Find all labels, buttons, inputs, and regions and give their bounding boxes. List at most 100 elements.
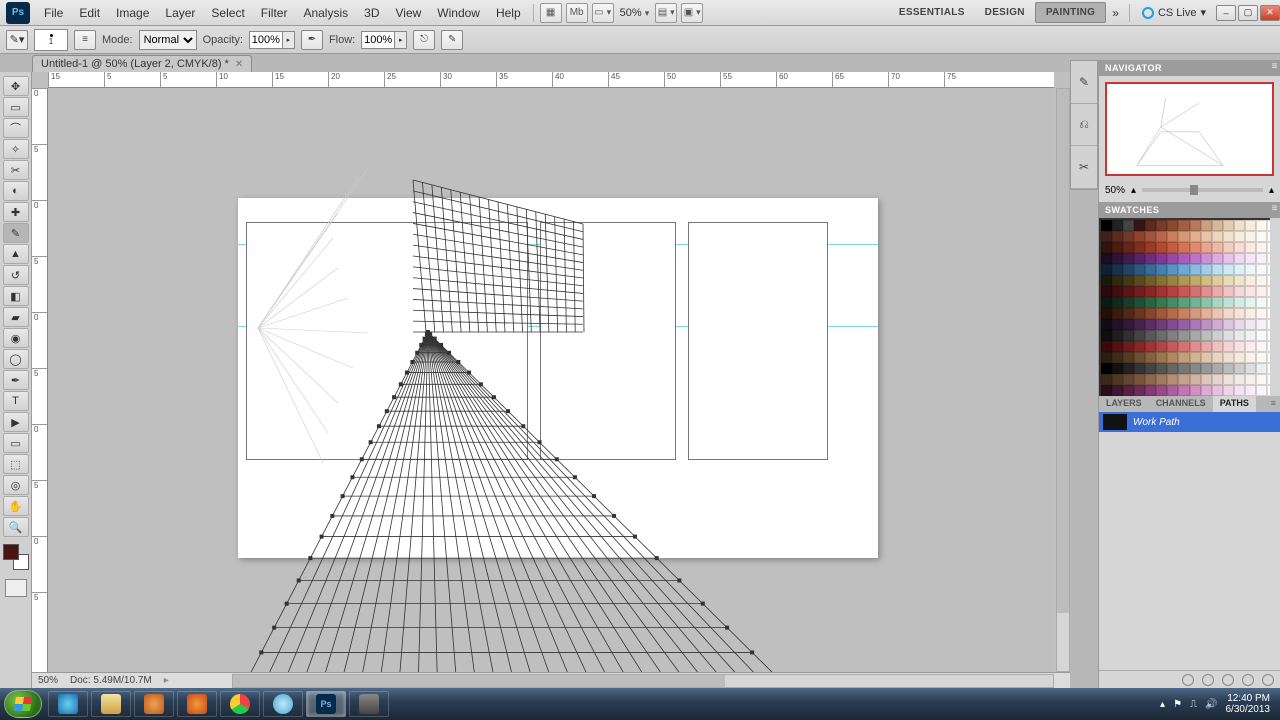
swatch[interactable] [1134,385,1145,396]
airbrush-toggle[interactable]: ⎋ [413,30,435,50]
swatch[interactable] [1190,363,1201,374]
swatch[interactable] [1167,374,1178,385]
swatch[interactable] [1167,363,1178,374]
swatch[interactable] [1201,286,1212,297]
zoom-out-icon[interactable]: ▴ [1131,185,1136,196]
swatch[interactable] [1101,253,1112,264]
swatch[interactable] [1156,374,1167,385]
document-tab-close[interactable]: ✕ [235,59,243,70]
tab-layers[interactable]: LAYERS [1099,396,1149,412]
swatch[interactable] [1234,264,1245,275]
navigator-thumbnail[interactable] [1105,82,1274,176]
swatch[interactable] [1156,253,1167,264]
swatch[interactable] [1101,220,1112,231]
cs-live-dropdown[interactable]: CS Live▾ [1134,6,1214,19]
swatch[interactable] [1256,286,1267,297]
taskbar-chrome[interactable] [220,691,260,717]
quick-select-tool[interactable]: ✧ [3,139,29,159]
swatch[interactable] [1256,220,1267,231]
swatch[interactable] [1223,330,1234,341]
menu-help[interactable]: Help [488,6,529,20]
swatch[interactable] [1190,385,1201,396]
path-item[interactable]: Work Path [1099,412,1280,432]
swatch[interactable] [1167,341,1178,352]
swatch[interactable] [1112,363,1123,374]
swatch[interactable] [1178,308,1189,319]
mini-bridge-button[interactable]: Mb [566,3,588,23]
swatch[interactable] [1234,220,1245,231]
swatch[interactable] [1123,264,1134,275]
swatch[interactable] [1156,264,1167,275]
swatch[interactable] [1245,275,1256,286]
swatch[interactable] [1223,308,1234,319]
swatch[interactable] [1101,330,1112,341]
swatch[interactable] [1112,253,1123,264]
maximize-button[interactable]: ▢ [1238,5,1258,21]
swatch[interactable] [1234,319,1245,330]
swatch[interactable] [1112,264,1123,275]
swatch[interactable] [1256,319,1267,330]
panel-menu-icon[interactable]: ≡ [1267,396,1280,412]
swatch[interactable] [1167,220,1178,231]
swatches-grid[interactable] [1099,218,1280,396]
swatch[interactable] [1201,253,1212,264]
swatch[interactable] [1123,231,1134,242]
dodge-tool[interactable]: ◯ [3,349,29,369]
swatch[interactable] [1156,231,1167,242]
swatch[interactable] [1190,253,1201,264]
swatch[interactable] [1134,275,1145,286]
swatch[interactable] [1190,341,1201,352]
swatch[interactable] [1112,352,1123,363]
swatch[interactable] [1178,341,1189,352]
swatch[interactable] [1101,319,1112,330]
swatch[interactable] [1167,286,1178,297]
swatch[interactable] [1190,352,1201,363]
swatch[interactable] [1190,374,1201,385]
swatch[interactable] [1201,297,1212,308]
swatch[interactable] [1223,253,1234,264]
swatch[interactable] [1156,286,1167,297]
swatch[interactable] [1201,352,1212,363]
swatch[interactable] [1256,363,1267,374]
swatch[interactable] [1256,330,1267,341]
swatch[interactable] [1112,374,1123,385]
swatch[interactable] [1123,253,1134,264]
horizontal-scrollbar[interactable] [232,674,1054,688]
tray-action-center-icon[interactable]: ⚑ [1173,699,1182,710]
swatch[interactable] [1167,352,1178,363]
taskbar-firefox[interactable] [177,691,217,717]
swatch[interactable] [1156,385,1167,396]
swatch[interactable] [1234,363,1245,374]
swatch[interactable] [1123,297,1134,308]
swatch[interactable] [1245,330,1256,341]
swatch[interactable] [1223,275,1234,286]
swatch[interactable] [1145,385,1156,396]
swatch[interactable] [1112,286,1123,297]
swatch[interactable] [1190,319,1201,330]
swatch[interactable] [1223,264,1234,275]
swatch[interactable] [1112,231,1123,242]
taskbar-app[interactable] [349,691,389,717]
swatch[interactable] [1123,374,1134,385]
swatch[interactable] [1178,363,1189,374]
swatch[interactable] [1190,275,1201,286]
swatch[interactable] [1167,242,1178,253]
vertical-ruler[interactable]: 0505050505 [32,88,48,672]
swatch[interactable] [1145,220,1156,231]
swatch[interactable] [1212,286,1223,297]
swatch[interactable] [1201,341,1212,352]
swatch[interactable] [1145,363,1156,374]
swatch[interactable] [1167,231,1178,242]
swatch[interactable] [1256,231,1267,242]
swatch[interactable] [1145,264,1156,275]
swatch[interactable] [1256,297,1267,308]
swatch[interactable] [1101,264,1112,275]
taskbar-media-player[interactable] [134,691,174,717]
swatch[interactable] [1256,275,1267,286]
swatch[interactable] [1145,374,1156,385]
swatch[interactable] [1178,264,1189,275]
swatch[interactable] [1156,242,1167,253]
swatch[interactable] [1123,352,1134,363]
swatch[interactable] [1134,341,1145,352]
swatch[interactable] [1134,374,1145,385]
